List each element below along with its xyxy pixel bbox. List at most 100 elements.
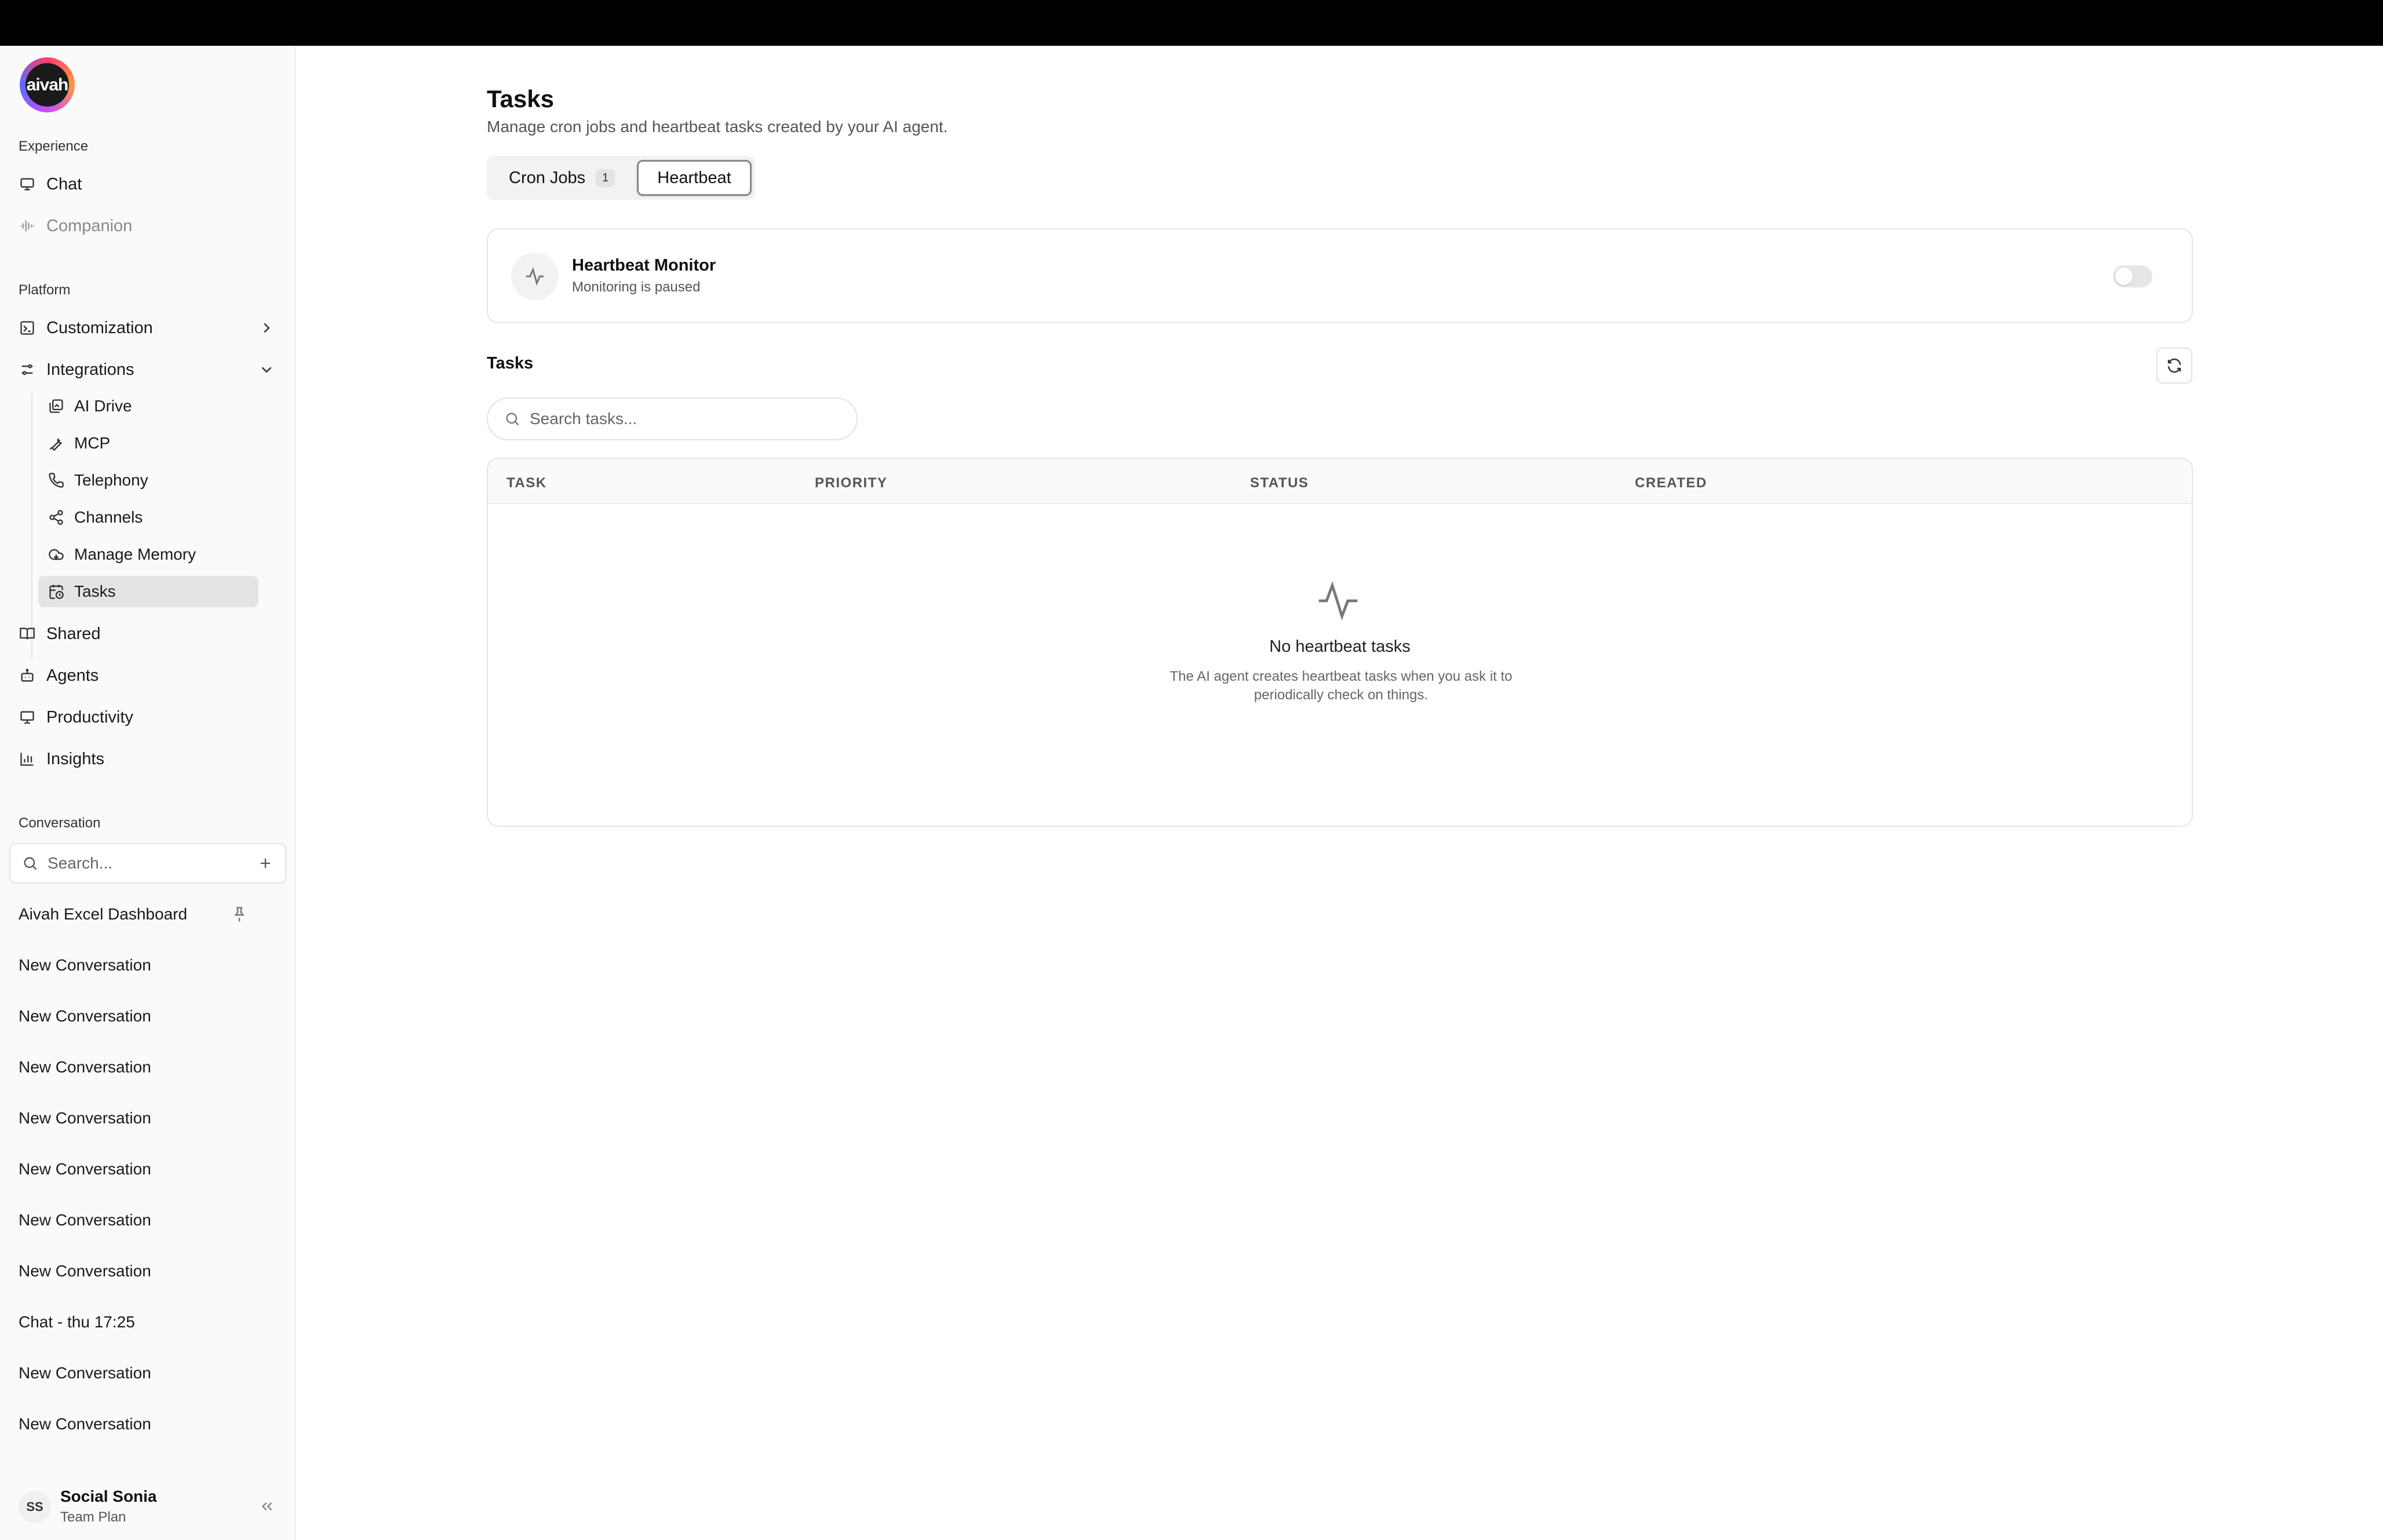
conversation-item[interactable]: Aivah Excel Dashboard [19, 902, 187, 927]
book-icon [19, 625, 36, 643]
sidebar-item-label: MCP [74, 434, 111, 452]
conversation-item[interactable]: New Conversation [19, 1156, 151, 1182]
sidebar-item-label: AI Drive [74, 397, 132, 415]
phone-icon [48, 472, 65, 489]
column-header-priority[interactable]: PRIORITY [815, 475, 887, 491]
sidebar-item-label: Telephony [74, 471, 148, 489]
page-title: Tasks [487, 85, 554, 112]
new-conversation-plus-icon[interactable] [257, 855, 274, 871]
sidebar-item-label: Chat [46, 174, 82, 194]
activity-icon [1318, 581, 1358, 621]
monitor-icon [19, 176, 36, 193]
sidebar-item-label: Agents [46, 666, 99, 685]
bot-icon [19, 667, 36, 684]
pin-icon[interactable] [231, 906, 248, 923]
sidebar-item-insights[interactable]: Insights [19, 743, 104, 775]
refresh-icon [2167, 358, 2181, 373]
wrench-icon [48, 435, 65, 452]
sidebar-item-label: Tasks [74, 582, 116, 600]
task-search-input[interactable] [530, 410, 840, 428]
refresh-button[interactable] [2156, 348, 2192, 384]
section-label-conversation: Conversation [19, 815, 101, 831]
window-top-bar [0, 0, 2383, 46]
monitor-status: Monitoring is paused [572, 279, 701, 295]
bar-chart-icon [19, 750, 36, 768]
sidebar: aivah Experience Chat Companion Platform… [0, 46, 296, 1540]
drive-icon [48, 397, 65, 415]
tab-cron-jobs[interactable]: Cron Jobs 1 [490, 160, 633, 196]
sidebar-item-label: Customization [46, 318, 153, 337]
presentation-icon [19, 709, 36, 726]
sidebar-item-companion[interactable]: Companion [19, 210, 132, 242]
avatar: SS [19, 1491, 51, 1523]
column-header-created[interactable]: CREATED [1635, 475, 1707, 491]
column-header-status[interactable]: STATUS [1250, 475, 1309, 491]
sidebar-item-label: Channels [74, 508, 143, 526]
activity-icon [511, 253, 559, 300]
sidebar-subitem-telephony[interactable]: Telephony [38, 465, 258, 496]
user-name: Social Sonia [60, 1487, 157, 1505]
column-header-task[interactable]: TASK [507, 475, 547, 491]
conversation-search-input[interactable] [48, 854, 257, 873]
sidebar-item-label: Companion [46, 216, 133, 235]
search-icon [24, 857, 37, 870]
sidebar-item-label: Manage Memory [74, 545, 196, 563]
heartbeat-monitor-card: Heartbeat Monitor Monitoring is paused [487, 228, 2193, 323]
conversation-item[interactable]: New Conversation [19, 1411, 151, 1437]
chevron-right-icon[interactable] [258, 319, 275, 337]
sidebar-item-shared[interactable]: Shared [19, 618, 101, 650]
monitor-title: Heartbeat Monitor [572, 256, 716, 275]
conversation-item[interactable]: New Conversation [19, 1258, 151, 1284]
sidebar-item-label: Productivity [46, 707, 133, 727]
tab-label: Heartbeat [657, 168, 731, 187]
sidebar-item-integrations[interactable]: Integrations [19, 353, 134, 386]
user-plan: Team Plan [60, 1509, 126, 1525]
cloud-icon [48, 546, 65, 563]
chevron-down-icon[interactable] [258, 361, 275, 378]
sidebar-item-agents[interactable]: Agents [19, 659, 99, 692]
tasks-table: TASK PRIORITY STATUS CREATED No heartbea… [487, 458, 2193, 827]
sidebar-item-productivity[interactable]: Productivity [19, 701, 133, 733]
section-label-platform: Platform [19, 282, 71, 298]
logo-text: aivah [25, 63, 69, 107]
conversation-item[interactable]: New Conversation [19, 953, 151, 978]
monitor-toggle[interactable] [2113, 265, 2152, 287]
share-icon [48, 509, 65, 526]
sidebar-item-customization[interactable]: Customization [19, 312, 153, 344]
conversation-search [9, 843, 286, 884]
conversation-item[interactable]: New Conversation [19, 1207, 151, 1233]
sidebar-item-label: Integrations [46, 360, 134, 379]
sidebar-subitem-tasks[interactable]: Tasks [38, 576, 258, 607]
conversation-item[interactable]: New Conversation [19, 1360, 151, 1386]
calendar-clock-icon [48, 583, 65, 600]
sidebar-subitem-manage-memory[interactable]: Manage Memory [38, 539, 258, 570]
toggle-knob [2115, 268, 2133, 285]
sidebar-subitem-channels[interactable]: Channels [38, 502, 258, 533]
conversation-item[interactable]: Chat - thu 17:25 [19, 1309, 135, 1335]
table-header: TASK PRIORITY STATUS CREATED [488, 459, 2192, 504]
empty-state-title: No heartbeat tasks [1269, 637, 1411, 656]
collapse-sidebar-icon[interactable] [258, 1498, 276, 1515]
sliders-icon [19, 361, 36, 378]
conversation-item[interactable]: New Conversation [19, 1003, 151, 1029]
app-logo[interactable]: aivah [20, 57, 75, 112]
palette-icon [19, 319, 36, 337]
main-content: Tasks Manage cron jobs and heartbeat tas… [297, 46, 2383, 1540]
empty-state-description: The AI agent creates heartbeat tasks whe… [1169, 669, 1513, 703]
tab-heartbeat[interactable]: Heartbeat [637, 160, 752, 196]
waveform-icon [19, 217, 36, 235]
task-search [487, 397, 858, 440]
user-profile[interactable]: SS Social Sonia Team Plan [0, 1477, 296, 1540]
conversation-item[interactable]: New Conversation [19, 1105, 151, 1131]
sidebar-subitem-mcp[interactable]: MCP [38, 428, 258, 459]
tab-label: Cron Jobs [509, 168, 586, 187]
conversation-item[interactable]: New Conversation [19, 1054, 151, 1080]
section-label-experience: Experience [19, 138, 89, 154]
sidebar-item-label: Insights [46, 749, 104, 768]
sidebar-subitem-ai-drive[interactable]: AI Drive [38, 391, 258, 422]
tasks-heading: Tasks [487, 354, 534, 373]
tab-bar: Cron Jobs 1 Heartbeat [487, 156, 755, 200]
sidebar-item-chat[interactable]: Chat [19, 168, 82, 200]
sidebar-item-label: Shared [46, 624, 101, 643]
count-badge: 1 [596, 169, 615, 187]
